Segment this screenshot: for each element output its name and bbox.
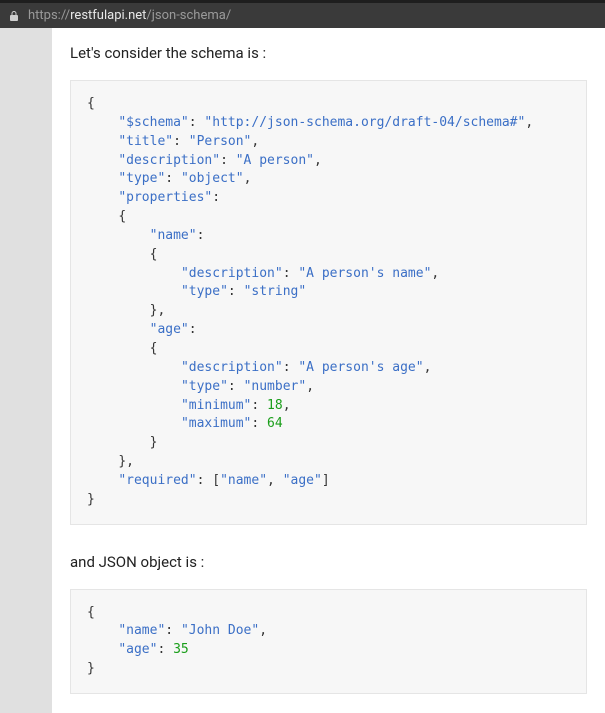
intro-text-1: Let's consider the schema is : [70,44,587,62]
url-host: restfulapi.net [70,8,146,23]
object-code-block: { "name": "John Doe", "age": 35 } [70,589,587,694]
url-path: /json-schema/ [146,8,231,23]
lock-icon [8,10,20,22]
article-content: Let's consider the schema is : { "$schem… [52,28,605,713]
url-scheme: https:// [28,8,70,23]
address-bar[interactable]: https:// restfulapi.net /json-schema/ [0,0,605,28]
page-background: Let's consider the schema is : { "$schem… [0,28,605,713]
intro-text-2: and JSON object is : [70,553,587,571]
schema-code-block: { "$schema": "http://json-schema.org/dra… [70,80,587,525]
